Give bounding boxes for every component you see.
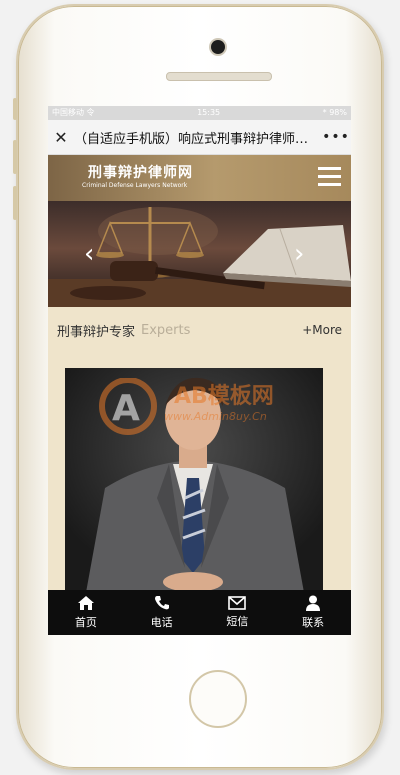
phone-screen: 中国移动 令 15:35 * 98% ✕ （自适应手机版）响应式刑事辩护律师网站… (48, 106, 351, 635)
close-icon[interactable]: ✕ (48, 128, 74, 147)
watermark-text: AB模板网 (174, 384, 274, 409)
tab-home-label: 首页 (74, 616, 97, 629)
tab-contact-label: 联系 (302, 616, 325, 629)
mute-switch (13, 98, 17, 120)
volume-down-button (13, 186, 17, 220)
carrier-label: 中国移动 令 (52, 108, 95, 117)
more-link[interactable]: +More (302, 323, 342, 337)
earpiece-speaker (166, 72, 272, 81)
site-logo-subtitle: Criminal Defense Lawyers Network (82, 182, 188, 189)
tab-phone-label: 电话 (150, 616, 173, 629)
bottom-tab-bar: 首页 电话 短信 联系 (48, 590, 351, 635)
site-header: 刑事辩护律师网 Criminal Defense Lawyers Network (48, 155, 351, 201)
clock: 15:35 (197, 108, 221, 117)
watermark-logo-icon: A (99, 378, 157, 435)
page-title: （自适应手机版）响应式刑事辩护律师网站… (74, 131, 321, 147)
status-bar: 中国移动 令 15:35 * 98% (48, 106, 351, 120)
mail-icon (228, 596, 247, 610)
phone-icon (154, 596, 169, 610)
chevron-left-icon[interactable]: ‹ (84, 241, 94, 267)
section-title-en: Experts (141, 322, 191, 338)
tab-phone[interactable]: 电话 (124, 590, 200, 635)
site-logo-title[interactable]: 刑事辩护律师网 (88, 162, 193, 182)
battery-indicator: * 98% (322, 108, 347, 117)
section-title-cn: 刑事辩护专家 (57, 324, 136, 340)
home-icon (77, 596, 94, 610)
tab-contact[interactable]: 联系 (275, 590, 351, 635)
front-camera (211, 40, 225, 54)
chevron-right-icon[interactable]: › (294, 241, 304, 267)
svg-text:A: A (112, 388, 140, 429)
watermark: A AB模板网 www.Admin8uy.Cn (98, 378, 338, 438)
tab-sms[interactable]: 短信 (200, 590, 276, 635)
home-button[interactable] (189, 670, 247, 728)
hamburger-icon[interactable] (318, 167, 341, 187)
browser-title-bar: ✕ （自适应手机版）响应式刑事辩护律师网站… ••• (48, 120, 351, 155)
watermark-url: www.Admin8uy.Cn (164, 410, 267, 423)
tab-home[interactable]: 首页 (48, 590, 124, 635)
more-icon[interactable]: ••• (321, 129, 351, 145)
experts-section-header: 刑事辩护专家 Experts +More (48, 307, 351, 353)
volume-up-button (13, 140, 17, 174)
hero-banner: ‹ › (48, 201, 351, 307)
user-icon (306, 595, 321, 611)
tab-sms-label: 短信 (226, 615, 249, 628)
